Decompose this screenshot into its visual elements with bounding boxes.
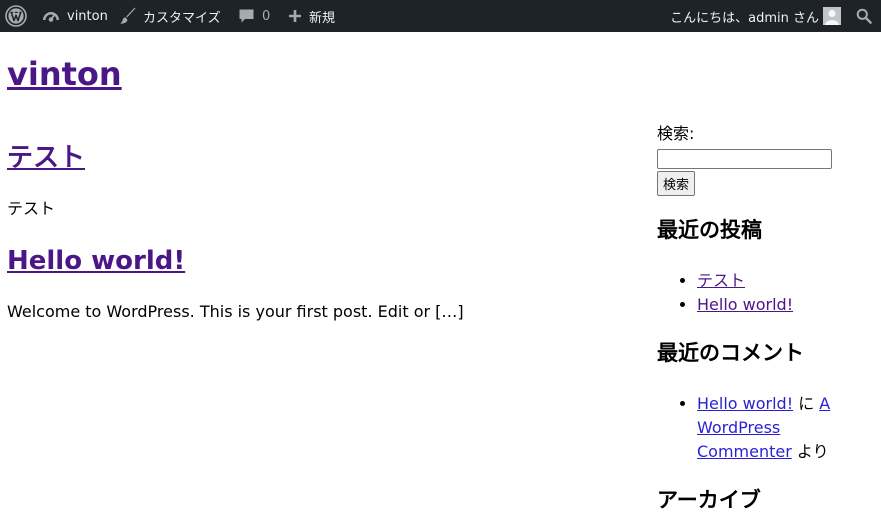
post-title-link[interactable]: Hello world! [7, 246, 185, 276]
wordpress-logo-button[interactable] [4, 0, 28, 32]
my-account-menu[interactable]: こんにちは、admin さん [670, 0, 841, 32]
comment-author-part: Commenter [697, 442, 792, 461]
comment-suffix: より [791, 442, 829, 461]
post-item: テスト テスト [7, 140, 627, 220]
post-excerpt: Welcome to WordPress. This is your first… [7, 302, 464, 321]
site-name-menu[interactable]: vinton [42, 0, 108, 32]
post-title: テスト [7, 140, 627, 176]
post-list: テスト テスト Hello world! Welcome to WordPres… [7, 140, 627, 323]
recent-comments-list: Hello world! に A WordPress Commenter より [657, 392, 867, 464]
admin-bar: vinton カスタマイズ 0 新規 こんにちは、admin さん [0, 0, 881, 32]
post-title-link[interactable]: テスト [7, 143, 85, 173]
dashboard-icon [43, 12, 59, 22]
comments-button[interactable]: 0 [238, 0, 270, 32]
wordpress-logo-icon [5, 5, 27, 27]
comment-author-part: WordPress [697, 418, 781, 437]
new-content-button[interactable]: 新規 [288, 0, 335, 32]
list-item: Hello world! に A WordPress Commenter より [697, 392, 867, 464]
customize-button[interactable]: カスタマイズ [119, 0, 221, 32]
greeting-text: こんにちは、admin さん [670, 10, 819, 26]
recent-posts-heading: 最近の投稿 [657, 218, 762, 242]
search-input[interactable] [657, 149, 832, 169]
recent-post-link[interactable]: テスト [697, 271, 745, 290]
comments-count: 0 [262, 8, 271, 24]
list-item: Hello world! [697, 293, 867, 317]
plus-icon [289, 10, 301, 22]
new-content-label: 新規 [309, 10, 336, 26]
paintbrush-icon [120, 7, 136, 24]
avatar [823, 7, 841, 25]
recent-post-link[interactable]: Hello world! [697, 295, 793, 314]
archives-heading: アーカイブ [657, 488, 761, 512]
customize-label: カスタマイズ [143, 10, 221, 26]
search-label: 検索: [657, 124, 695, 143]
search-icon [856, 8, 872, 24]
recent-comments-heading: 最近のコメント [657, 341, 804, 365]
comment-author-part: A [819, 394, 831, 413]
sidebar: 検索: 検索 最近の投稿 テスト Hello world! 最近のコメント He… [657, 124, 867, 514]
search-form: 検索: 検索 [657, 124, 867, 196]
list-item: テスト [697, 269, 867, 293]
adminbar-search-button[interactable] [855, 0, 873, 32]
user-silhouette-icon [823, 7, 841, 25]
site-name-label: vinton [67, 8, 108, 24]
site-title-link[interactable]: vinton [7, 55, 122, 93]
comment-bubble-icon [239, 9, 254, 23]
post-title: Hello world! [7, 243, 627, 279]
comment-connector: に [793, 394, 820, 413]
site-title: vinton [7, 54, 122, 94]
comment-post-link[interactable]: Hello world! [697, 394, 793, 413]
post-excerpt: テスト [7, 199, 56, 218]
post-item: Hello world! Welcome to WordPress. This … [7, 243, 627, 323]
search-button[interactable]: 検索 [657, 171, 696, 196]
recent-posts-list: テスト Hello world! [657, 269, 867, 317]
